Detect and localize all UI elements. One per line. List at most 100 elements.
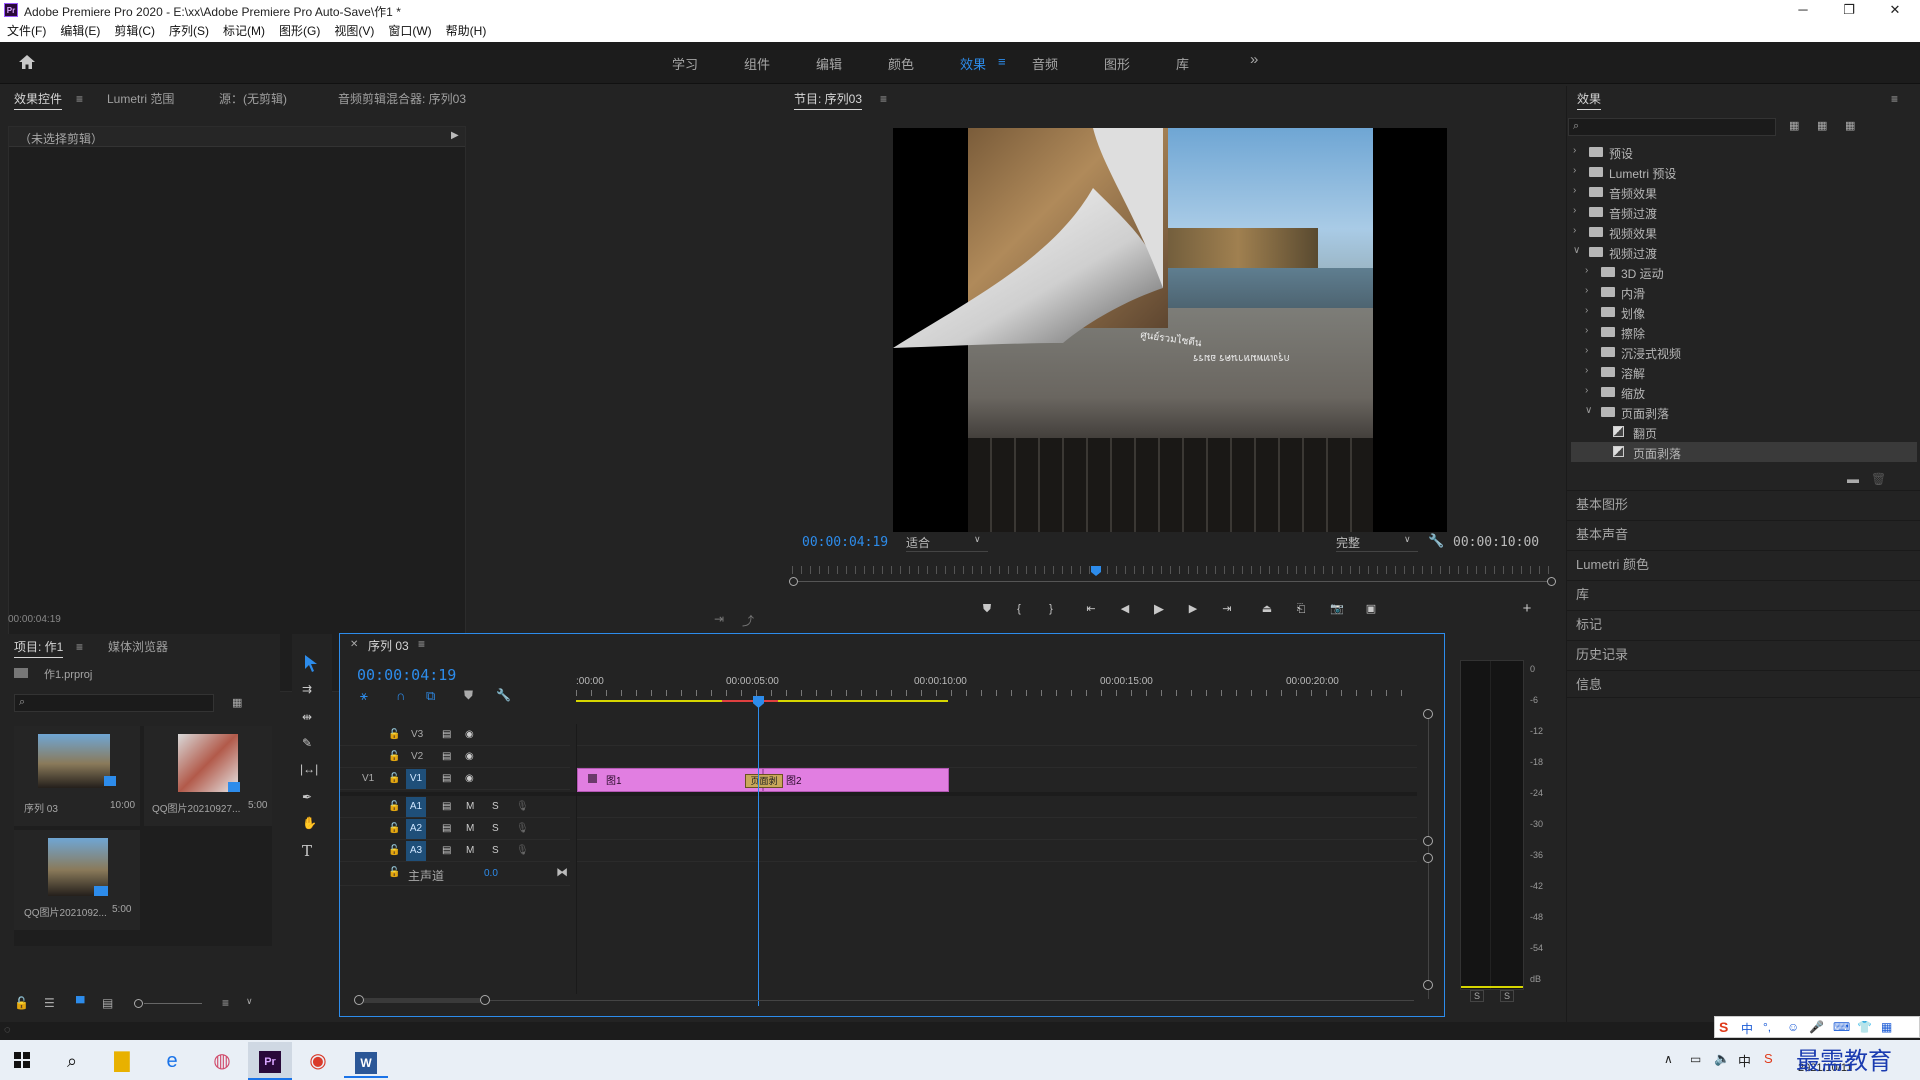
track-target-a3[interactable]: A3 <box>406 841 426 861</box>
mark-in-icon[interactable]: { <box>1008 600 1030 618</box>
project-item-sequence[interactable]: 序列 03 10:00 <box>14 726 140 826</box>
track-select-tool-icon[interactable]: ⇉ <box>302 682 312 696</box>
clip-image-2[interactable]: 图2 <box>763 768 949 792</box>
folder-presets[interactable]: › 预设 <box>1571 142 1917 162</box>
icon-view-icon[interactable]: ▀ <box>76 996 85 1010</box>
playhead-marker[interactable] <box>1091 566 1101 576</box>
source-patch-label[interactable]: V1 <box>362 773 374 784</box>
track-lock-icon[interactable]: 🔓 <box>388 773 400 784</box>
linked-selection-icon[interactable]: ⧉ <box>426 688 435 704</box>
h-scroll-handle-left[interactable] <box>354 995 364 1005</box>
new-bin-icon[interactable]: ▦ <box>232 696 242 709</box>
marker-icon[interactable]: ⛊ <box>464 688 473 703</box>
add-marker-icon[interactable]: ⛊ <box>976 600 998 618</box>
effect-page-turn[interactable]: 翻页 <box>1571 422 1917 442</box>
yuv-effects-icon[interactable]: ▦ <box>1845 119 1855 132</box>
section-essential-graphics[interactable]: 基本图形 <box>1567 490 1920 518</box>
tab-menu-icon[interactable]: ≡ <box>76 86 83 112</box>
expand-arrow-icon[interactable]: ▶ <box>451 130 459 141</box>
menu-window[interactable]: 窗口(W) <box>381 20 438 42</box>
folder-video-effects[interactable]: › 视频效果 <box>1571 222 1917 242</box>
chevron-down-icon[interactable]: ∨ <box>246 996 253 1007</box>
zoom-slider[interactable] <box>144 1003 202 1004</box>
program-video-frame[interactable]: ศูนย์รวมไซตีน กรุงเทพมหานคร อมรร <box>893 128 1447 532</box>
folder-dissolve[interactable]: › 溶解 <box>1571 362 1917 382</box>
ime-toolbar[interactable]: S 中 °, ☺ 🎤 ⌨ 👕 ▦ <box>1714 1016 1920 1038</box>
toolbox-icon[interactable]: ▦ <box>1881 1020 1892 1034</box>
lock-icon[interactable]: 🔓 <box>14 996 29 1010</box>
ime-mode[interactable]: 中 <box>1741 1020 1753 1037</box>
tab-source[interactable]: 源：(无剪辑) <box>219 86 287 112</box>
windows-start-icon[interactable] <box>14 1052 30 1068</box>
step-back-icon[interactable]: ◀ <box>1114 600 1136 618</box>
freeform-view-icon[interactable]: ▤ <box>102 996 113 1010</box>
workspace-assembly[interactable]: 组件 <box>744 54 770 73</box>
sogou-icon[interactable]: S <box>1764 1051 1773 1066</box>
folder-zoom[interactable]: › 缩放 <box>1571 382 1917 402</box>
workspace-color[interactable]: 颜色 <box>888 54 914 73</box>
menu-file[interactable]: 文件(F) <box>0 20 53 42</box>
mic-icon[interactable]: 🎙 <box>516 845 529 856</box>
solo-left-button[interactable]: S <box>1470 990 1485 1002</box>
nest-icon[interactable]: ⚹ <box>360 688 368 704</box>
section-history[interactable]: 历史记录 <box>1567 640 1920 668</box>
project-menu-icon[interactable]: ≡ <box>76 634 83 660</box>
go-to-in-icon[interactable]: ⇤ <box>1080 600 1102 618</box>
section-essential-sound[interactable]: 基本声音 <box>1567 520 1920 548</box>
more-workspaces-icon[interactable]: » <box>1250 51 1258 68</box>
tab-project[interactable]: 项目: 作1 <box>14 634 64 660</box>
zoom-handle-left[interactable] <box>789 577 798 586</box>
timeline-menu-icon[interactable]: ≡ <box>418 637 425 651</box>
delete-icon[interactable]: 🗑 <box>1871 472 1886 486</box>
project-search-input[interactable]: ⌕ <box>14 694 214 712</box>
folder-page-peel[interactable]: ∨ 页面剥落 <box>1571 402 1917 422</box>
tab-effect-controls[interactable]: 效果控件 <box>14 86 63 112</box>
program-menu-icon[interactable]: ≡ <box>880 86 887 112</box>
32bit-effects-icon[interactable]: ▦ <box>1817 119 1827 132</box>
workspace-audio[interactable]: 音频 <box>1032 54 1058 73</box>
project-item-image-1[interactable]: QQ图片20210927... 5:00 <box>144 726 272 826</box>
folder-lumetri-presets[interactable]: › Lumetri 预设 <box>1571 162 1917 182</box>
selection-tool-icon[interactable] <box>303 654 319 672</box>
paint-icon[interactable]: ◍ <box>200 1044 244 1078</box>
workspace-graphics[interactable]: 图形 <box>1104 54 1130 73</box>
section-libraries[interactable]: 库 <box>1567 580 1920 608</box>
sort-icon[interactable]: ≡ <box>222 996 229 1010</box>
ripple-edit-tool-icon[interactable]: ⇹ <box>302 710 312 724</box>
slip-tool-icon[interactable]: |↔| <box>300 762 318 776</box>
workspace-learn[interactable]: 学习 <box>672 54 698 73</box>
track-lock-icon[interactable]: 🔓 <box>388 823 400 834</box>
extract-icon[interactable]: ⎗ <box>1290 600 1312 618</box>
track-target-a1[interactable]: A1 <box>406 797 426 817</box>
filter-icon[interactable]: ⇥ <box>714 612 724 626</box>
list-view-icon[interactable]: ☰ <box>44 996 55 1010</box>
word-icon[interactable]: W <box>344 1044 388 1078</box>
menu-marker[interactable]: 标记(M) <box>216 20 272 42</box>
menu-help[interactable]: 帮助(H) <box>439 20 494 42</box>
eye-icon[interactable]: ◉ <box>465 751 474 762</box>
effects-menu-icon[interactable]: ≡ <box>1891 92 1898 106</box>
quality-dropdown[interactable]: 完整 ∨ <box>1336 534 1418 552</box>
track-lock-icon[interactable]: 🔓 <box>388 867 400 878</box>
h-scroll-thumb[interactable] <box>364 998 480 1003</box>
mute-button[interactable]: M <box>466 823 474 834</box>
razor-tool-icon[interactable]: ✎ <box>302 736 312 750</box>
close-button[interactable]: ✕ <box>1872 0 1918 20</box>
folder-3d-motion[interactable]: › 3D 运动 <box>1571 262 1917 282</box>
program-monitor-title[interactable]: 节目: 序列03 <box>794 86 863 112</box>
tab-audio-clip-mixer[interactable]: 音频剪辑混合器: 序列03 <box>338 86 466 112</box>
v-scroll-handle-audio[interactable] <box>1423 853 1433 863</box>
solo-button[interactable]: S <box>492 801 499 812</box>
workspace-editing[interactable]: 编辑 <box>816 54 842 73</box>
transition-page-peel[interactable]: 页面剥 <box>745 774 783 788</box>
folder-wipe[interactable]: › 擦除 <box>1571 322 1917 342</box>
folder-slide[interactable]: › 内滑 <box>1571 282 1917 302</box>
keyboard-icon[interactable]: ⌨ <box>1833 1020 1850 1034</box>
track-lock-icon[interactable]: 🔓 <box>388 729 400 740</box>
folder-iris[interactable]: › 划像 <box>1571 302 1917 322</box>
menu-clip[interactable]: 剪辑(C) <box>107 20 162 42</box>
program-scrub-bar[interactable] <box>789 566 1556 588</box>
effects-search-input[interactable]: ⌕ <box>1568 118 1776 136</box>
maximize-button[interactable]: ❐ <box>1826 0 1872 20</box>
menu-graphics[interactable]: 图形(G) <box>272 20 327 42</box>
